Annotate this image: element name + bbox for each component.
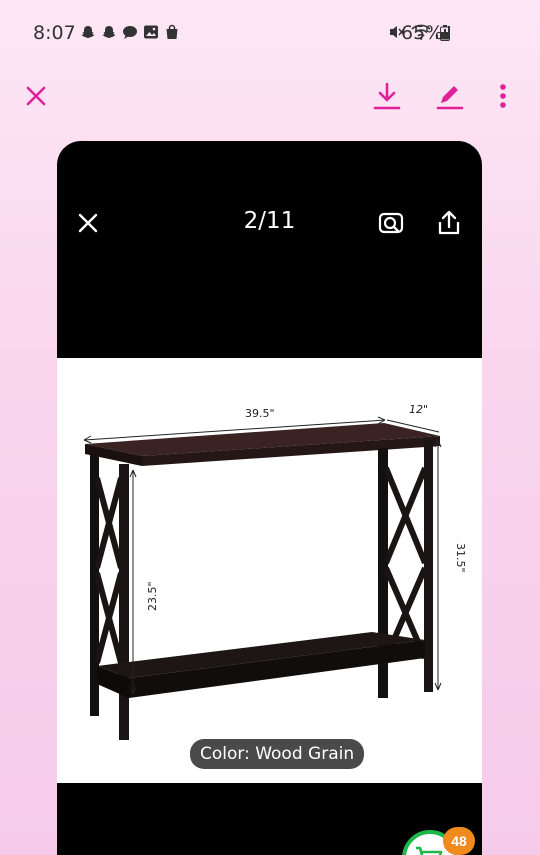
- viewer-header: 2/11: [57, 141, 482, 301]
- dimension-depth-label: 12": [409, 403, 428, 416]
- more-options-button[interactable]: [485, 78, 521, 114]
- share-icon: [438, 210, 460, 235]
- page-counter: 2/11: [243, 208, 296, 234]
- more-vert-icon: [500, 84, 506, 108]
- download-icon: [373, 82, 401, 110]
- shopping-bag-icon: [164, 24, 180, 40]
- cart-count-badge: 48: [443, 827, 475, 855]
- visual-search-button[interactable]: [375, 207, 407, 239]
- app-toolbar: [0, 72, 540, 116]
- dimension-height-label: 31.5": [454, 543, 467, 573]
- status-time: 8:07: [33, 22, 76, 44]
- console-table-illustration: 39.5" 12" 23.5" 31.5": [83, 403, 467, 740]
- image-viewer: 2/11 39.5" 12" 23.5" 31.5" Color: Wood G…: [57, 141, 482, 855]
- snapchat-icon: [80, 24, 96, 40]
- dimension-width-label: 39.5": [245, 407, 275, 420]
- product-image[interactable]: 39.5" 12" 23.5" 31.5": [57, 358, 482, 783]
- battery-icon: [440, 25, 450, 41]
- battery-percentage: 65%: [401, 22, 444, 44]
- download-button[interactable]: [369, 78, 405, 114]
- status-bar: 8:07 65%: [0, 0, 540, 68]
- edit-icon: [436, 86, 464, 110]
- visual-search-icon: [378, 212, 404, 234]
- color-variant-text: Color: Wood Grain: [200, 744, 355, 764]
- close-icon: [26, 86, 46, 106]
- gallery-icon: [143, 24, 159, 40]
- notification-icons: [80, 24, 180, 40]
- edit-button[interactable]: [432, 78, 468, 114]
- snapchat-icon: [101, 24, 117, 40]
- chat-bubble-icon: [122, 24, 138, 40]
- share-button[interactable]: [433, 207, 465, 239]
- dimension-shelf-label: 23.5": [146, 581, 159, 611]
- close-button[interactable]: [18, 78, 54, 114]
- color-variant-label: Color: Wood Grain: [190, 739, 365, 769]
